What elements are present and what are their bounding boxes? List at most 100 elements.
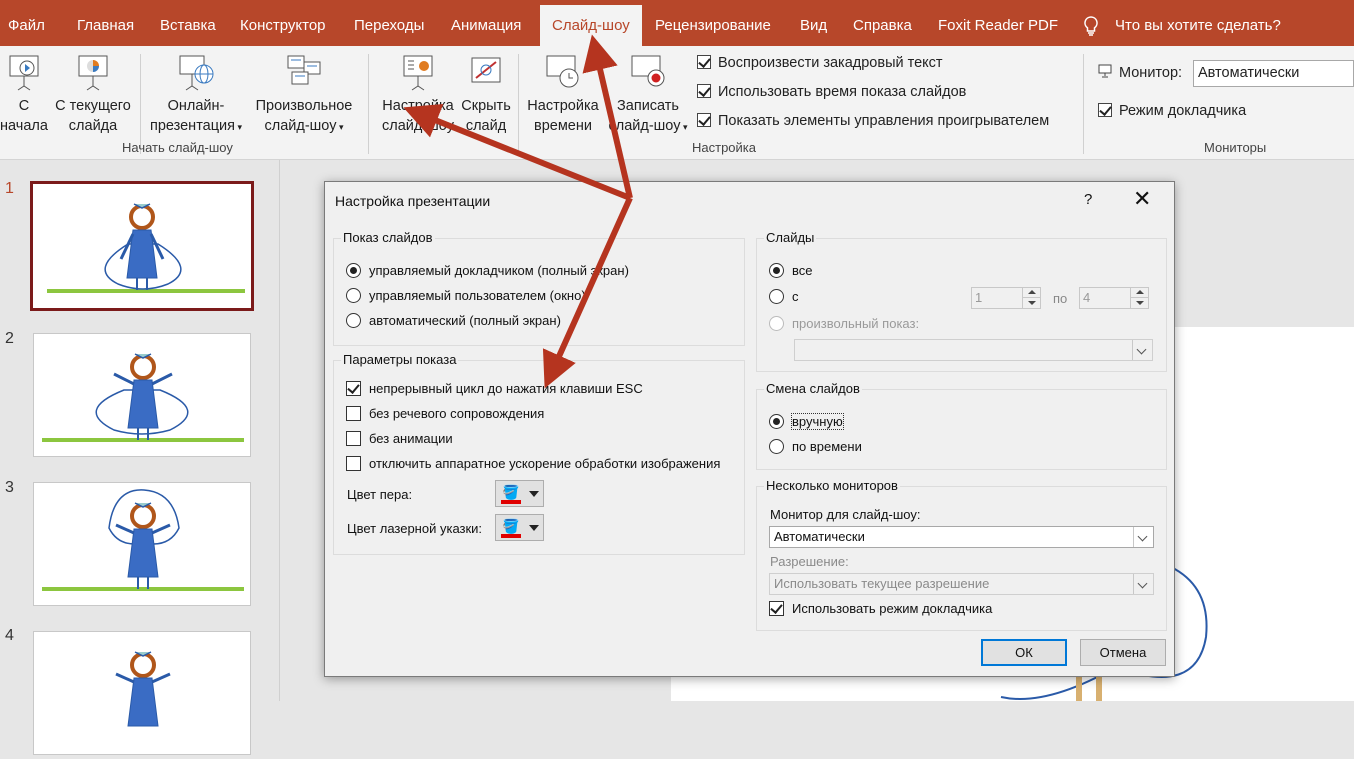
monitors-group-label: Мониторы xyxy=(1204,140,1267,155)
no-animation-checkbox[interactable]: без анимации xyxy=(346,431,453,446)
help-icon[interactable]: ? xyxy=(1084,191,1092,208)
individual-window-radio[interactable]: управляемый пользователем (окно) xyxy=(346,288,586,303)
radio-dot[interactable] xyxy=(769,316,784,331)
slide-thumbnail[interactable] xyxy=(33,482,251,606)
multiple-monitors-label: Несколько мониторов xyxy=(764,478,900,493)
hide-slide-button[interactable]: Скрыть слайд xyxy=(458,52,514,136)
online-presentation-button[interactable]: Онлайн- презентация ▾ xyxy=(146,52,246,137)
use-timings-checkbox[interactable]: Использовать время показа слайдов xyxy=(697,84,966,100)
ok-button[interactable]: ОК xyxy=(981,639,1067,666)
tab-home[interactable]: Главная xyxy=(77,0,134,46)
custom-slideshow-button[interactable]: Произвольное слайд-шоу ▾ xyxy=(250,52,358,137)
radio-label: все xyxy=(792,263,813,278)
loop-until-esc-checkbox[interactable]: непрерывный цикл до нажатия клавиши ESC xyxy=(346,381,643,396)
kiosk-radio[interactable]: автоматический (полный экран) xyxy=(346,313,561,328)
laser-color-picker[interactable]: 🪣 xyxy=(495,514,544,541)
tab-transitions[interactable]: Переходы xyxy=(354,0,424,46)
cancel-button[interactable]: Отмена xyxy=(1080,639,1166,666)
to-label: по xyxy=(1053,291,1068,306)
from-slide-spinner[interactable]: 1 xyxy=(971,287,1041,309)
radio-dot[interactable] xyxy=(346,288,361,303)
radio-dot[interactable] xyxy=(769,439,784,454)
use-presenter-view-checkbox[interactable]: Использовать режим докладчика xyxy=(769,601,992,616)
chevron-down-icon[interactable] xyxy=(1132,340,1152,360)
tab-foxit[interactable]: Foxit Reader PDF xyxy=(938,0,1058,46)
tab-design[interactable]: Конструктор xyxy=(240,0,326,46)
checkbox-box[interactable] xyxy=(346,456,361,471)
radio-dot[interactable] xyxy=(346,263,361,278)
girl-drawing-image xyxy=(47,203,245,293)
slideshow-monitor-value: Автоматически xyxy=(774,529,865,544)
checkbox-box[interactable] xyxy=(346,406,361,421)
ribbon-separator xyxy=(368,54,369,154)
spin-down-icon[interactable] xyxy=(1022,298,1040,308)
chevron-down-icon[interactable] xyxy=(1133,527,1153,547)
slide-thumbnail[interactable] xyxy=(30,181,254,311)
timings-advance-radio[interactable]: по времени xyxy=(769,439,862,454)
paint-bucket-icon: 🪣 xyxy=(502,484,520,500)
online-label-2: презентация xyxy=(149,118,235,134)
spin-down-icon[interactable] xyxy=(1130,298,1148,308)
checkbox-box[interactable] xyxy=(697,55,711,69)
from-beginning-button[interactable]: С начала xyxy=(0,52,48,136)
slide-thumbnail[interactable] xyxy=(33,631,251,755)
spin-up-icon[interactable] xyxy=(1022,288,1040,298)
custom-label-1: Произвольное xyxy=(255,98,353,114)
custom-show-radio[interactable]: произвольный показ: xyxy=(769,316,919,331)
to-slide-spinner[interactable]: 4 xyxy=(1079,287,1149,309)
advance-slides-label: Смена слайдов xyxy=(764,381,862,396)
custom-show-select[interactable] xyxy=(794,339,1153,361)
close-icon[interactable]: ✕ xyxy=(1133,187,1151,211)
resolution-select[interactable]: Использовать текущее разрешение xyxy=(769,573,1154,595)
checkbox-box[interactable] xyxy=(346,431,361,446)
tab-slideshow[interactable]: Слайд-шоу xyxy=(540,5,642,46)
from-slide-radio[interactable]: с xyxy=(769,289,799,304)
slide-thumbnail[interactable] xyxy=(33,333,251,457)
radio-dot[interactable] xyxy=(769,414,784,429)
slideshow-monitor-select[interactable]: Автоматически xyxy=(769,526,1154,548)
setup-slideshow-button[interactable]: Настройка слайд-шоу xyxy=(378,52,458,136)
ribbon-monitor-select[interactable]: Автоматически xyxy=(1193,60,1354,87)
from-current-button[interactable]: С текущего слайда xyxy=(53,52,133,136)
tab-file[interactable]: Файл xyxy=(8,0,45,46)
tab-insert[interactable]: Вставка xyxy=(160,0,216,46)
checkbox-label: без речевого сопровождения xyxy=(369,406,545,421)
ribbon-separator xyxy=(140,54,141,154)
checkbox-box[interactable] xyxy=(1098,103,1112,117)
rehearse-timings-button[interactable]: Настройка времени xyxy=(523,52,603,136)
checkbox-box[interactable] xyxy=(697,84,711,98)
tab-help[interactable]: Справка xyxy=(853,0,912,46)
setup-show-label-1: Настройка xyxy=(382,98,454,114)
presenter-view-checkbox[interactable]: Режим докладчика xyxy=(1098,103,1246,119)
show-media-controls-label: Показать элементы управления проигрывате… xyxy=(718,113,1050,129)
ribbon-separator xyxy=(518,54,519,154)
radio-dot[interactable] xyxy=(769,263,784,278)
show-options-label: Параметры показа xyxy=(341,352,459,367)
record-slideshow-button[interactable]: Записать слайд-шоу ▾ xyxy=(605,52,691,137)
tab-view[interactable]: Вид xyxy=(800,0,827,46)
manual-advance-radio[interactable]: вручную xyxy=(769,413,844,430)
show-media-controls-checkbox[interactable]: Показать элементы управления проигрывате… xyxy=(697,113,1049,129)
checkbox-box[interactable] xyxy=(769,601,784,616)
radio-dot[interactable] xyxy=(346,313,361,328)
chevron-down-icon: ▾ xyxy=(680,122,688,132)
pen-color-picker[interactable]: 🪣 xyxy=(495,480,544,507)
slide-number: 3 xyxy=(5,479,14,496)
chevron-down-icon[interactable] xyxy=(1133,574,1153,594)
spin-up-icon[interactable] xyxy=(1130,288,1148,298)
tell-me-search[interactable]: Что вы хотите сделать? xyxy=(1115,0,1281,46)
radio-label: управляемый пользователем (окно) xyxy=(369,288,586,303)
disable-hw-acceleration-checkbox[interactable]: отключить аппаратное ускорение обработки… xyxy=(346,456,720,471)
presenter-fullscreen-radio[interactable]: управляемый докладчиком (полный экран) xyxy=(346,263,629,278)
tab-animations[interactable]: Анимация xyxy=(451,0,521,46)
no-narration-checkbox[interactable]: без речевого сопровождения xyxy=(346,406,544,421)
play-narrations-checkbox[interactable]: Воспроизвести закадровый текст xyxy=(697,55,943,71)
checkbox-box[interactable] xyxy=(697,113,711,127)
checkbox-box[interactable] xyxy=(346,381,361,396)
monitor-row: Монитор: xyxy=(1098,64,1182,81)
chevron-down-icon: ▾ xyxy=(336,122,344,132)
ribbon: С начала С текущего слайда Онлайн- презе… xyxy=(0,46,1354,160)
all-slides-radio[interactable]: все xyxy=(769,263,813,278)
radio-dot[interactable] xyxy=(769,289,784,304)
tab-review[interactable]: Рецензирование xyxy=(655,0,771,46)
